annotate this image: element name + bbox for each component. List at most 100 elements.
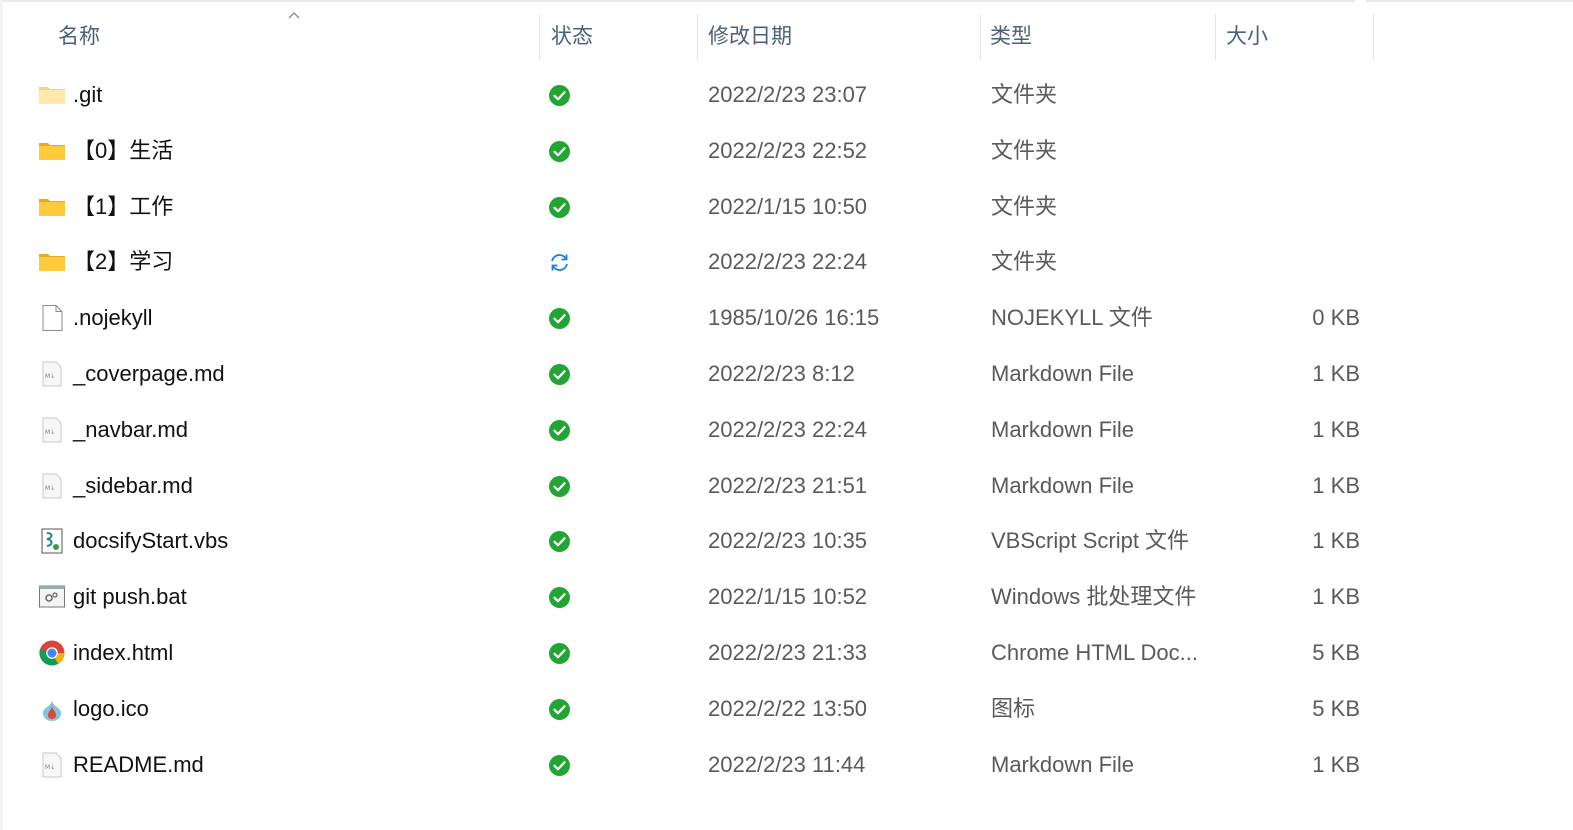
sync-complete-icon [548,475,571,498]
file-size: 0 KB [1312,305,1360,331]
file-name[interactable]: .git [73,67,102,123]
file-modified-date: 2022/2/23 10:35 [708,528,868,554]
batch-file-icon [38,583,66,611]
file-size [1260,179,1360,235]
file-type: 文件夹 [991,193,1058,219]
column-header-row: 名称 状态 修改日期 类型 大小 [0,0,1573,75]
file-name[interactable]: .nojekyll [73,290,152,346]
column-header-size[interactable]: 大小 [1226,14,1366,60]
markdown-file-icon: M↓ [38,360,66,388]
file-row[interactable]: .nojekyll 1985/10/26 16:15 NOJEKYLL 文件 0 KB [0,290,1573,346]
svg-text:M↓: M↓ [45,764,55,771]
file-name[interactable]: git push.bat [73,569,187,625]
file-type: 文件夹 [991,249,1058,275]
file-size [1260,123,1360,179]
file-modified-date: 2022/2/23 21:51 [708,472,868,498]
ico-file-icon [38,695,66,723]
file-name[interactable]: _coverpage.md [73,346,225,402]
markdown-file-icon: M↓ [38,416,66,444]
column-header-status[interactable]: 状态 [551,14,691,60]
file-name[interactable]: README.md [73,737,204,793]
file-modified-date: 2022/2/23 11:44 [708,751,866,777]
file-modified-date: 2022/2/22 13:50 [708,695,868,721]
file-row[interactable]: git push.bat 2022/1/15 10:52 Windows 批处理文件… [0,569,1573,625]
column-divider[interactable] [1373,14,1374,60]
file-row[interactable]: M↓ _coverpage.md 2022/2/23 8:12 Markdown Fi… [0,346,1573,402]
sync-complete-icon [548,140,571,163]
blank-file-icon [38,304,66,332]
file-type: Markdown File [991,416,1135,442]
file-size [1260,234,1360,290]
file-row[interactable]: M↓ _navbar.md 2022/2/23 22:24 Markdown File… [0,402,1573,458]
sync-complete-icon [548,698,571,721]
file-size: 1 KB [1312,584,1360,610]
folder-light-icon [38,81,66,109]
folder-icon [38,137,66,165]
file-size: 1 KB [1312,472,1360,498]
column-header-modified[interactable]: 修改日期 [708,14,968,60]
file-row[interactable]: 【0】生活 2022/2/23 22:52 文件夹 [0,123,1573,179]
file-row[interactable]: docsifyStart.vbs 2022/2/23 10:35 VBScript … [0,513,1573,569]
file-modified-date: 2022/1/15 10:50 [708,193,868,219]
file-type: Chrome HTML Doc... [991,639,1199,665]
file-size: 1 KB [1312,360,1360,386]
file-modified-date: 2022/2/23 23:07 [708,82,868,107]
file-name[interactable]: 【1】工作 [73,179,173,235]
file-type: 图标 [991,695,1036,721]
file-size [1260,67,1360,123]
column-divider[interactable] [980,14,981,60]
column-divider[interactable] [1215,14,1216,60]
file-modified-date: 2022/2/23 8:12 [708,360,855,386]
sync-complete-icon [548,84,571,107]
column-header-name[interactable]: 名称 [58,14,538,60]
file-row[interactable]: .git 2022/2/23 23:07 文件夹 [0,67,1573,123]
markdown-file-icon: M↓ [38,472,66,500]
file-name[interactable]: _navbar.md [73,402,188,458]
file-type: Windows 批处理文件 [991,584,1197,610]
markdown-file-icon: M↓ [38,751,66,779]
vbscript-file-icon [38,527,66,555]
file-type: NOJEKYLL 文件 [991,305,1153,331]
file-size: 5 KB [1312,639,1360,665]
svg-text:M↓: M↓ [45,429,55,436]
file-modified-date: 2022/2/23 22:52 [708,137,868,163]
column-divider[interactable] [697,14,698,60]
file-size: 1 KB [1312,751,1360,777]
file-row[interactable]: logo.ico 2022/2/22 13:50 图标 5 KB [0,681,1573,737]
sync-complete-icon [548,642,571,665]
sync-complete-icon [548,419,571,442]
file-name[interactable]: logo.ico [73,681,149,737]
chrome-icon [38,639,66,667]
file-type: Markdown File [991,472,1135,498]
file-modified-date: 2022/2/23 22:24 [708,249,868,275]
file-name[interactable]: 【2】学习 [73,234,173,290]
file-type: Markdown File [991,751,1135,777]
file-row[interactable]: index.html 2022/2/23 21:33 Chrome HTML Doc… [0,625,1573,681]
file-modified-date: 2022/2/23 22:24 [708,416,868,442]
file-name[interactable]: 【0】生活 [73,123,173,179]
file-type: VBScript Script 文件 [991,528,1190,554]
file-size: 5 KB [1312,695,1360,721]
file-row[interactable]: 【2】学习 2022/2/23 22:24 文件夹 [0,234,1573,290]
file-modified-date: 2022/1/15 10:52 [708,584,868,610]
file-modified-date: 2022/2/23 21:33 [708,639,868,665]
file-name[interactable]: docsifyStart.vbs [73,513,228,569]
file-row[interactable]: M↓ README.md 2022/2/23 11:44 Markdown File 1… [0,737,1573,793]
file-row[interactable]: 【1】工作 2022/1/15 10:50 文件夹 [0,179,1573,235]
file-type: 文件夹 [991,137,1058,163]
column-divider[interactable] [539,14,540,60]
file-type: 文件夹 [991,82,1058,107]
sync-pending-icon [548,251,571,274]
sync-complete-icon [548,196,571,219]
sync-complete-icon [548,530,571,553]
folder-icon [38,248,66,276]
file-name[interactable]: _sidebar.md [73,458,193,514]
file-size: 1 KB [1312,528,1360,554]
column-header-type[interactable]: 类型 [990,14,1210,60]
sync-complete-icon [548,307,571,330]
sync-complete-icon [548,586,571,609]
file-size: 1 KB [1312,416,1360,442]
file-row[interactable]: M↓ _sidebar.md 2022/2/23 21:51 Markdown Fil… [0,458,1573,514]
file-name[interactable]: index.html [73,625,173,681]
svg-text:M↓: M↓ [45,373,55,380]
